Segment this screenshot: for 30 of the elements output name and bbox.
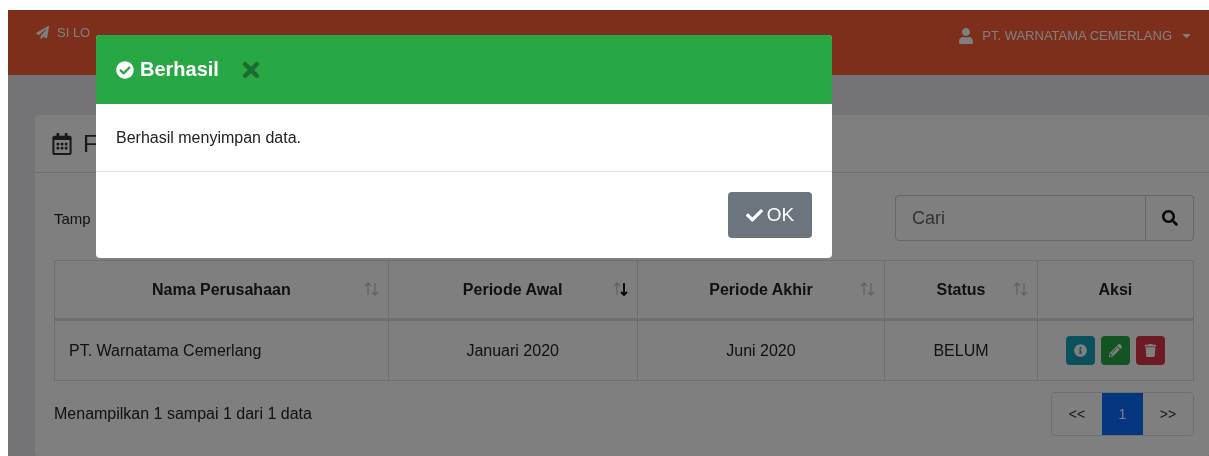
user-icon	[958, 27, 975, 44]
dialog-title: Berhasil	[140, 58, 219, 81]
search-field[interactable]: Cari	[895, 195, 1146, 241]
check-icon	[745, 206, 763, 224]
card-title: F	[83, 129, 98, 158]
delete-button[interactable]	[1135, 336, 1165, 365]
search-icon	[1161, 210, 1178, 226]
ok-button[interactable]: OK	[728, 192, 812, 238]
sort-icon[interactable]	[1012, 281, 1028, 297]
column-header[interactable]: Status	[884, 260, 1038, 320]
info-button[interactable]	[1065, 336, 1095, 365]
info-icon	[1073, 344, 1087, 357]
table-cell: PT. Warnatama Cemerlang	[54, 319, 389, 381]
sort-icon[interactable]	[860, 281, 876, 297]
search-button[interactable]	[1146, 195, 1194, 241]
table-cell: BELUM	[884, 319, 1038, 381]
page-button[interactable]: 1	[1102, 393, 1143, 435]
table-cell: Januari 2020	[388, 319, 638, 381]
calendar-icon	[51, 132, 73, 155]
column-header[interactable]: Aksi	[1037, 260, 1194, 320]
trash-icon	[1143, 344, 1157, 357]
table-info: Menampilkan 1 sampai 1 dari 1 data	[54, 405, 312, 423]
sort-descending-icon[interactable]	[612, 281, 628, 297]
sort-icon[interactable]	[363, 281, 379, 297]
edit-button[interactable]	[1100, 336, 1130, 365]
table-cell: Juni 2020	[637, 319, 885, 381]
paper-plane-icon	[36, 26, 49, 39]
length-label: Tamp	[54, 209, 91, 227]
pencil-icon	[1108, 344, 1122, 357]
dialog-message: Berhasil menyimpan data.	[116, 128, 301, 147]
